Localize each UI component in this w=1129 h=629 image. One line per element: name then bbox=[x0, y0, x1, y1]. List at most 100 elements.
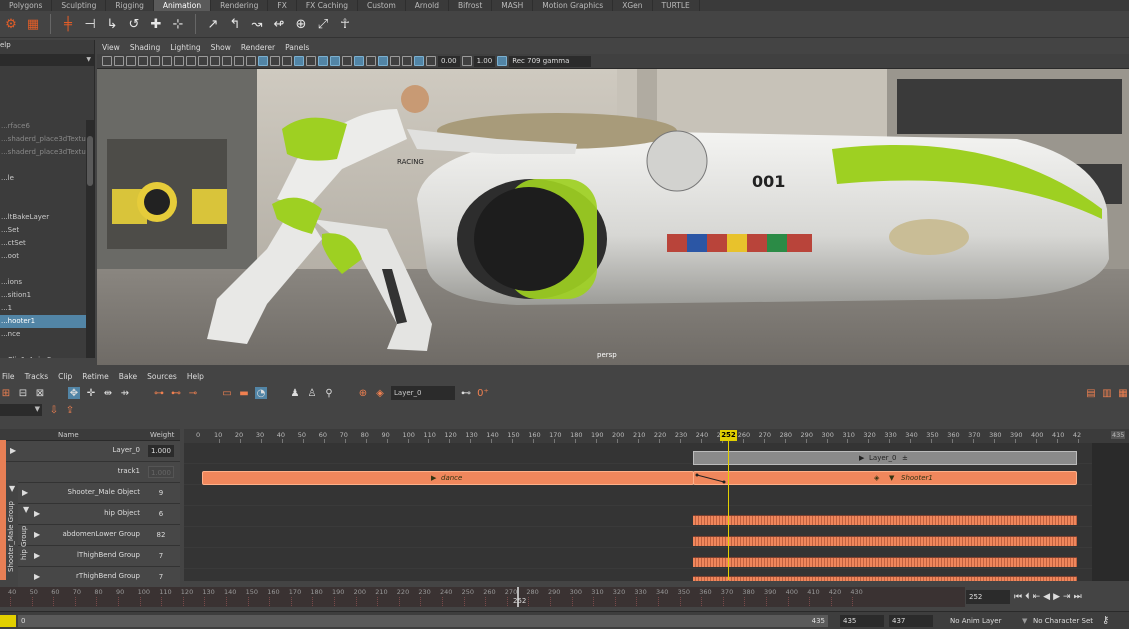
grid-icon[interactable] bbox=[174, 56, 184, 66]
scale-tool-icon[interactable]: ⇹ bbox=[102, 387, 114, 399]
lights-icon[interactable] bbox=[318, 56, 328, 66]
loop-clip-icon[interactable]: ▬ bbox=[238, 387, 250, 399]
viewport-menu-panels[interactable]: Panels bbox=[285, 43, 309, 52]
time-editor-menu-help[interactable]: Help bbox=[187, 372, 204, 381]
layer-name-field[interactable]: Layer_0 bbox=[391, 386, 455, 400]
time-slider[interactable]: 40 50 60 70 80 90 100 110 120 130 140 150 160 170 180 1… bbox=[0, 587, 965, 607]
track-list-row[interactable]: ▶ Layer_0 1.000 bbox=[6, 441, 180, 462]
merge-clip-icon[interactable]: ⊷ bbox=[170, 387, 182, 399]
ungroup-icon[interactable]: ⊠ bbox=[34, 387, 46, 399]
play-backward-icon[interactable]: ◀ bbox=[1043, 592, 1050, 602]
ik-handle-icon[interactable]: ⊣ bbox=[81, 15, 99, 33]
step-back-frame-icon[interactable]: ⏴ bbox=[1025, 592, 1030, 602]
playhead[interactable] bbox=[728, 430, 729, 580]
time-editor-menu-sources[interactable]: Sources bbox=[147, 372, 177, 381]
expand-arrow-icon[interactable]: ▶ bbox=[34, 572, 40, 581]
outliner-item[interactable]: ...ions bbox=[0, 276, 86, 289]
viewport-menu-renderer[interactable]: Renderer bbox=[241, 43, 275, 52]
expand-arrow-icon[interactable]: ▶ bbox=[34, 551, 40, 560]
step-forward-key-icon[interactable]: ⇥ bbox=[1063, 592, 1071, 602]
constraint-icon[interactable]: ⊹ bbox=[169, 15, 187, 33]
hold-icon[interactable]: ▭ bbox=[221, 387, 233, 399]
track-list-row[interactable]: track1 1.000 bbox=[6, 462, 180, 483]
layer-clip[interactable]: ▶ Layer_0 ± bbox=[693, 451, 1077, 465]
outliner-item[interactable]: ...Set bbox=[0, 224, 86, 237]
gate-mask-icon[interactable] bbox=[210, 56, 220, 66]
outliner-item[interactable]: ...oot bbox=[0, 250, 86, 263]
shelf-tab-fx-caching[interactable]: FX Caching bbox=[297, 0, 359, 11]
layer-options-icon[interactable]: ⊷ bbox=[460, 387, 472, 399]
aim-constraint-icon[interactable]: ↰ bbox=[226, 15, 244, 33]
go-to-end-icon[interactable]: ⏭ bbox=[1074, 592, 1082, 602]
outliner-item[interactable] bbox=[0, 263, 86, 276]
time-editor-menu-clip[interactable]: Clip bbox=[58, 372, 72, 381]
ambient-occlusion-icon[interactable] bbox=[342, 56, 352, 66]
play-forward-icon[interactable]: ▶ bbox=[1053, 592, 1060, 602]
anti-aliasing-icon[interactable] bbox=[366, 56, 376, 66]
shelf-tab-fx[interactable]: FX bbox=[268, 0, 297, 11]
anim-layer-selector[interactable]: No Anim Layer bbox=[950, 617, 1001, 625]
crossfade-icon[interactable]: ⊸ bbox=[187, 387, 199, 399]
parent-constraint-icon[interactable]: ↝ bbox=[248, 15, 266, 33]
current-frame-field[interactable]: 252 bbox=[966, 590, 1010, 604]
outliner-scroll-thumb[interactable] bbox=[87, 136, 93, 186]
character-icon[interactable]: ♟ bbox=[289, 387, 301, 399]
outliner-item[interactable] bbox=[0, 159, 86, 172]
viewport-menu-shading[interactable]: Shading bbox=[130, 43, 160, 52]
graph-editor-icon[interactable]: ▤ bbox=[1085, 387, 1097, 399]
outliner-item[interactable]: ...le bbox=[0, 172, 86, 185]
motion-blur-icon[interactable] bbox=[354, 56, 364, 66]
wireframe-on-shaded-icon[interactable] bbox=[294, 56, 304, 66]
shooter-clip[interactable]: ◈ ▼ Shooter1 bbox=[693, 471, 1077, 485]
image-plane-icon[interactable] bbox=[138, 56, 148, 66]
film-gate-icon[interactable] bbox=[186, 56, 196, 66]
shelf-tab-polygons[interactable]: Polygons bbox=[0, 0, 53, 11]
go-to-start-icon[interactable]: ⏮ bbox=[1014, 592, 1022, 602]
outliner-item[interactable] bbox=[0, 185, 86, 198]
outliner-item[interactable]: ...rface6 bbox=[0, 120, 86, 133]
expand-arrow-icon[interactable]: ▶ bbox=[22, 488, 28, 497]
smooth-shade-icon[interactable] bbox=[270, 56, 280, 66]
expand-arrow-icon[interactable]: ▶ bbox=[10, 446, 16, 455]
retarget-icon[interactable]: ⚲ bbox=[323, 387, 335, 399]
set-key-icon[interactable]: ╪ bbox=[59, 15, 77, 33]
outliner-item[interactable]: ...hooter1 bbox=[0, 315, 86, 328]
bind-skin-icon[interactable]: ✚ bbox=[147, 15, 165, 33]
shelf-tab-motion-graphics[interactable]: Motion Graphics bbox=[533, 0, 614, 11]
playback-end-field[interactable]: 437 bbox=[889, 615, 933, 627]
default-material-icon[interactable] bbox=[282, 56, 292, 66]
resolution-gate-icon[interactable] bbox=[198, 56, 208, 66]
pole-vector-icon[interactable]: ⤢ bbox=[314, 15, 332, 33]
xray-joints-icon[interactable] bbox=[414, 56, 424, 66]
outliner-item[interactable]: ...ctSet bbox=[0, 237, 86, 250]
shelf-tab-sculpting[interactable]: Sculpting bbox=[52, 0, 107, 11]
layer-add-icon[interactable]: 0⁺ bbox=[477, 387, 489, 399]
shelf-tab-xgen[interactable]: XGen bbox=[613, 0, 653, 11]
timeline-tracks[interactable]: ▶ Layer_0 ± ▶ dance ◈ ▼ Shooter1 bbox=[184, 429, 1129, 581]
collapse-arrow-icon[interactable]: ▼ bbox=[9, 484, 15, 493]
time-editor-menu-bake[interactable]: Bake bbox=[119, 372, 137, 381]
time-editor-menu-retime[interactable]: Retime bbox=[82, 372, 108, 381]
track-weight[interactable]: 1.000 bbox=[148, 445, 174, 457]
keyframe-icon[interactable]: ▦ bbox=[24, 15, 42, 33]
gamma-field[interactable]: 1.00 bbox=[473, 55, 496, 67]
time-editor-menu-tracks[interactable]: Tracks bbox=[25, 372, 49, 381]
dropdown-arrow-icon[interactable]: ▼ bbox=[1022, 617, 1027, 625]
add-layer-icon[interactable]: ⊕ bbox=[357, 387, 369, 399]
bookmark-icon[interactable] bbox=[126, 56, 136, 66]
exposure-field[interactable]: 0.00 bbox=[438, 55, 460, 67]
exposure-icon[interactable] bbox=[426, 56, 436, 66]
point-constraint-icon[interactable]: ⊕ bbox=[292, 15, 310, 33]
outliner-item[interactable]: ...nce bbox=[0, 328, 86, 341]
safe-title-icon[interactable] bbox=[246, 56, 256, 66]
filter-dropdown[interactable]: ▼ bbox=[0, 404, 42, 416]
xray-icon[interactable] bbox=[402, 56, 412, 66]
shelf-tab-custom[interactable]: Custom bbox=[358, 0, 406, 11]
outliner-item[interactable] bbox=[0, 341, 86, 354]
textured-icon[interactable] bbox=[306, 56, 316, 66]
character-set-selector[interactable]: No Character Set bbox=[1033, 617, 1093, 625]
wireframe-icon[interactable] bbox=[258, 56, 268, 66]
add-clip-icon[interactable]: ⊞ bbox=[0, 387, 12, 399]
track-list-row[interactable]: ▶ hip Object 6 bbox=[18, 504, 180, 525]
outliner-item[interactable]: ...shaderd_place3dTexture6 bbox=[0, 146, 86, 159]
